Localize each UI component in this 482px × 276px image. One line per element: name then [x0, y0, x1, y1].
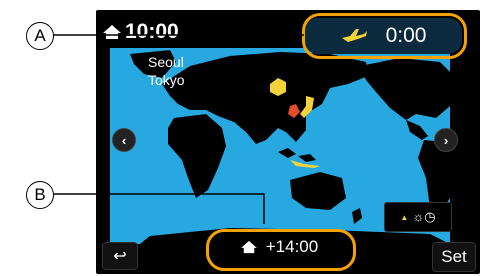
callout-b-ring — [206, 229, 356, 271]
next-city-button[interactable]: › — [434, 128, 458, 152]
prev-city-label: ‹ — [121, 132, 127, 148]
prev-city-button[interactable]: ‹ — [112, 128, 136, 152]
home-time-display: 10:00 — [102, 20, 179, 44]
set-button[interactable]: Set — [432, 242, 476, 272]
city-name-seoul: Seoul — [148, 54, 184, 70]
triangle-up-icon: ▲ — [400, 212, 409, 222]
back-icon: ↩ — [113, 248, 127, 265]
callout-a-label: A — [34, 26, 46, 45]
callout-b-label: B — [34, 185, 46, 204]
callout-a-ring — [302, 13, 467, 59]
next-city-label: › — [443, 132, 449, 148]
home-time-value: 10:00 — [125, 20, 179, 43]
home-icon — [103, 25, 121, 39]
city-name-tokyo: Tokyo — [148, 72, 185, 88]
summer-time-button[interactable]: ▲ ☼◷ — [384, 202, 452, 232]
callout-b: B — [26, 181, 54, 209]
camera-screen: 10:00 Seoul Tokyo 0:00 ‹ › ▲ ☼◷ +14:00 ↩… — [96, 10, 480, 274]
back-button[interactable]: ↩ — [102, 242, 138, 270]
summer-time-icon: ☼◷ — [412, 209, 436, 224]
set-button-label: Set — [441, 247, 467, 266]
callout-a: A — [26, 22, 54, 50]
